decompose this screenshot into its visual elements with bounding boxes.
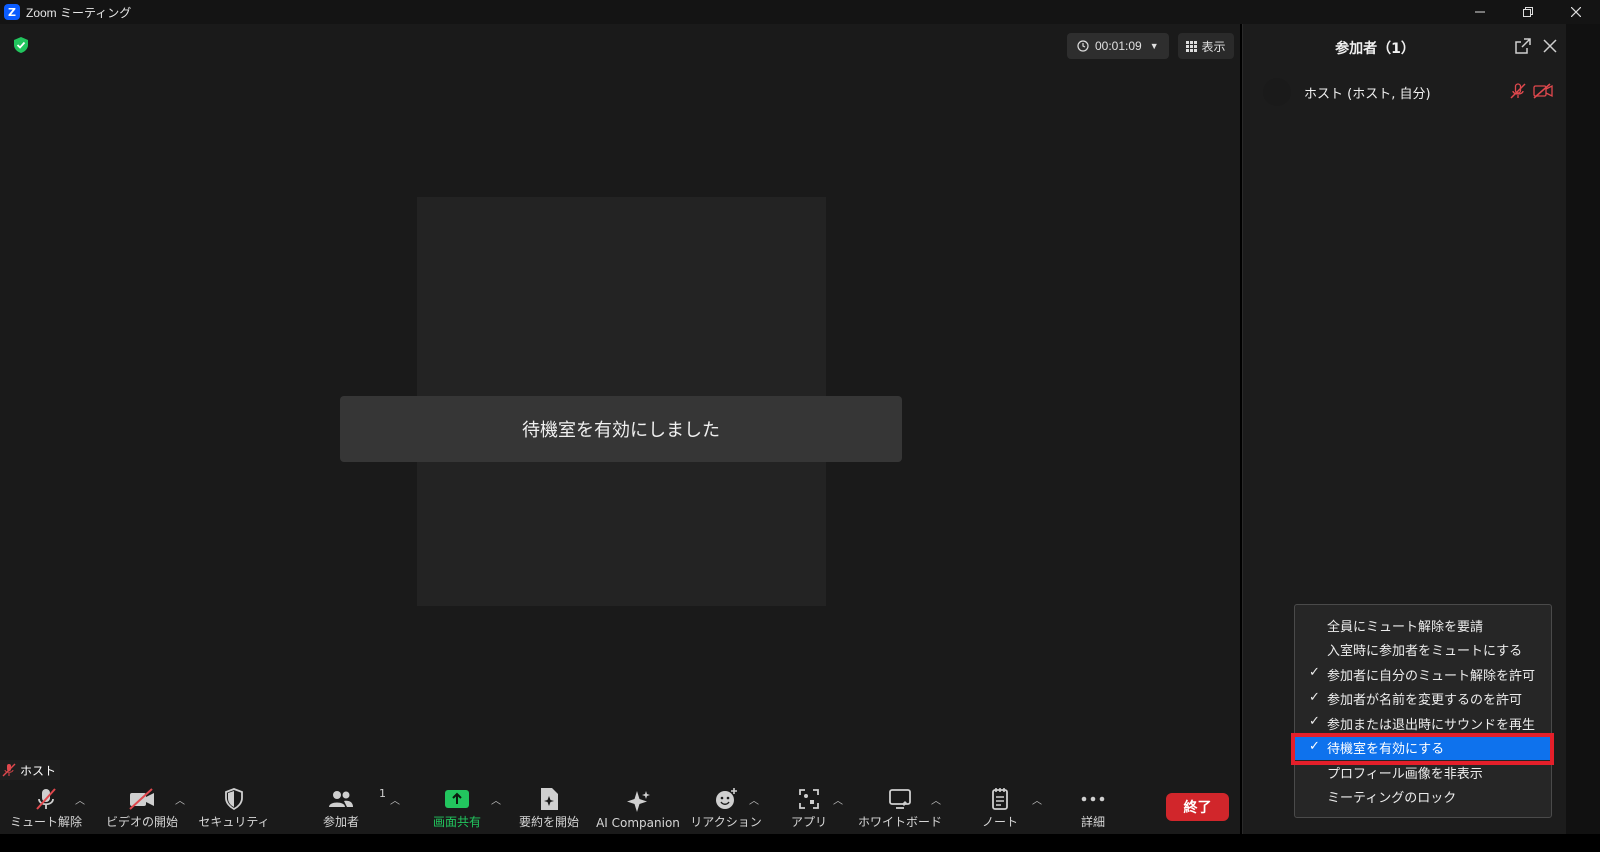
panel-edge xyxy=(1566,24,1600,834)
share-screen-label: 画面共有 xyxy=(432,815,481,829)
participant-count-badge: 1 xyxy=(379,787,386,800)
mic-muted-icon[interactable] xyxy=(1509,82,1527,104)
bottom-strip xyxy=(0,834,1600,852)
menu-item-label: 参加者に自分のミュート解除を許可 xyxy=(1327,668,1536,684)
close-window-button[interactable] xyxy=(1552,0,1600,24)
notes-label: ノート xyxy=(981,815,1018,829)
mic-muted-icon xyxy=(2,763,16,777)
security-button[interactable]: セキュリティ xyxy=(198,782,270,834)
video-options-chevron-icon[interactable]: ︿ xyxy=(175,792,185,807)
summary-icon xyxy=(541,788,558,810)
ai-companion-label: AI Companion xyxy=(596,816,680,830)
reactions-label: リアクション xyxy=(690,815,762,829)
participants-icon xyxy=(329,791,353,807)
checkmark-icon: ✓ xyxy=(1309,689,1320,705)
apps-button[interactable]: アプリ xyxy=(784,782,834,834)
notes-icon xyxy=(992,788,1008,810)
restore-icon xyxy=(1523,7,1533,17)
annotation-highlight-box xyxy=(1291,733,1554,765)
apps-label: アプリ xyxy=(790,815,827,829)
menu-item-mute-on-entry[interactable]: 入室時に参加者をミュートにする xyxy=(1295,638,1551,663)
reactions-button[interactable]: リアクション xyxy=(690,782,762,834)
share-screen-button[interactable]: 画面共有 xyxy=(424,782,490,834)
video-off-icon xyxy=(129,788,154,810)
chevron-down-icon: ▼ xyxy=(1149,41,1159,51)
participant-row[interactable]: ホスト (ホスト, 自分) xyxy=(1243,76,1567,108)
checkmark-icon: ✓ xyxy=(1309,665,1320,680)
start-summary-label: 要約を開始 xyxy=(518,815,579,829)
clock-icon xyxy=(1077,40,1089,52)
audio-options-chevron-icon[interactable]: ︿ xyxy=(75,792,85,807)
video-area: 00:01:09 ▼ 表示 待機室を有効にしました ホスト xyxy=(0,24,1240,782)
shield-icon xyxy=(225,788,243,810)
view-button[interactable]: 表示 xyxy=(1178,33,1234,59)
share-options-chevron-icon[interactable]: ︿ xyxy=(491,792,501,807)
security-label: セキュリティ xyxy=(198,815,270,829)
menu-item-allow-rename[interactable]: ✓ 参加者が名前を変更するのを許可 xyxy=(1295,687,1551,712)
meeting-timer[interactable]: 00:01:09 ▼ xyxy=(1067,33,1169,59)
panel-title: 参加者（1） xyxy=(1335,41,1415,57)
start-video-label: ビデオの開始 xyxy=(105,815,178,829)
unmute-label: ミュート解除 xyxy=(10,815,83,829)
title-bar: Z Zoom ミーティング xyxy=(0,0,1600,24)
menu-item-label: 全員にミュート解除を要請 xyxy=(1327,619,1484,635)
start-video-button[interactable]: ビデオの開始 xyxy=(104,782,180,834)
participant-name-tag: ホスト xyxy=(0,760,61,780)
close-icon xyxy=(1571,7,1581,17)
apps-icon xyxy=(799,789,819,809)
share-screen-icon xyxy=(445,790,469,808)
ai-companion-icon xyxy=(627,791,650,812)
menu-item-lock-meeting[interactable]: ミーティングのロック xyxy=(1295,785,1551,810)
restore-button[interactable] xyxy=(1504,0,1552,24)
apps-options-chevron-icon[interactable]: ︿ xyxy=(833,792,843,807)
zoom-logo-icon: Z xyxy=(4,4,20,20)
menu-item-label: 入室時に参加者をミュートにする xyxy=(1327,644,1523,660)
unmute-button[interactable]: ミュート解除 xyxy=(10,782,82,834)
menu-item-label: ミーティングのロック xyxy=(1327,791,1457,807)
whiteboard-button[interactable]: ホワイトボード xyxy=(858,782,942,834)
mic-muted-icon xyxy=(36,788,56,810)
checkmark-icon: ✓ xyxy=(1309,714,1320,729)
notification-toast: 待機室を有効にしました xyxy=(340,396,902,462)
participant-name: ホスト (ホスト, 自分) xyxy=(1304,87,1431,102)
name-tag-label: ホスト xyxy=(20,763,57,778)
whiteboard-icon xyxy=(889,789,911,809)
more-label: 詳細 xyxy=(1080,815,1105,829)
minimize-button[interactable] xyxy=(1456,0,1504,24)
grid-icon xyxy=(1186,40,1198,52)
window-title: Zoom ミーティング xyxy=(26,5,132,20)
menu-item-label: プロフィール画像を非表示 xyxy=(1327,766,1483,782)
reactions-options-chevron-icon[interactable]: ︿ xyxy=(749,792,759,807)
view-label: 表示 xyxy=(1201,39,1226,54)
reaction-icon xyxy=(716,788,737,809)
menu-item-ask-unmute[interactable]: 全員にミュート解除を要請 xyxy=(1295,613,1551,638)
menu-item-allow-self-unmute[interactable]: ✓ 参加者に自分のミュート解除を許可 xyxy=(1295,662,1551,687)
participant-options-menu: 全員にミュート解除を要請 入室時に参加者をミュートにする ✓ 参加者に自分のミュ… xyxy=(1294,604,1552,818)
menu-item-label: 参加者が名前を変更するのを許可 xyxy=(1327,693,1523,709)
start-summary-button[interactable]: 要約を開始 xyxy=(513,782,585,834)
whiteboard-label: ホワイトボード xyxy=(858,815,943,829)
participants-button[interactable]: 1 参加者 xyxy=(306,782,386,834)
minimize-icon xyxy=(1475,11,1485,13)
more-button[interactable]: 詳細 xyxy=(1064,782,1122,834)
avatar xyxy=(1263,78,1291,106)
end-meeting-button[interactable]: 終了 xyxy=(1166,793,1229,821)
participants-label: 参加者 xyxy=(322,815,359,829)
menu-item-play-sound[interactable]: ✓ 参加または退出時にサウンドを再生 xyxy=(1295,711,1551,736)
menu-item-label: 参加または退出時にサウンドを再生 xyxy=(1327,717,1536,733)
meeting-toolbar: ミュート解除 ︿ ビデオの開始 ︿ セキュリティ 1 参加者 ︿ 画面共有 ︿ … xyxy=(0,782,1240,834)
timer-text: 00:01:09 xyxy=(1095,39,1142,53)
popout-icon[interactable] xyxy=(1515,38,1531,54)
notes-options-chevron-icon[interactable]: ︿ xyxy=(1032,792,1042,807)
close-icon[interactable] xyxy=(1543,38,1557,53)
whiteboard-options-chevron-icon[interactable]: ︿ xyxy=(931,792,941,807)
video-off-icon[interactable] xyxy=(1533,83,1553,103)
more-icon xyxy=(1081,796,1105,802)
encryption-shield-icon[interactable] xyxy=(12,36,30,54)
notes-button[interactable]: ノート xyxy=(970,782,1030,834)
participants-options-chevron-icon[interactable]: ︿ xyxy=(390,792,400,807)
ai-companion-button[interactable]: AI Companion xyxy=(596,782,680,834)
